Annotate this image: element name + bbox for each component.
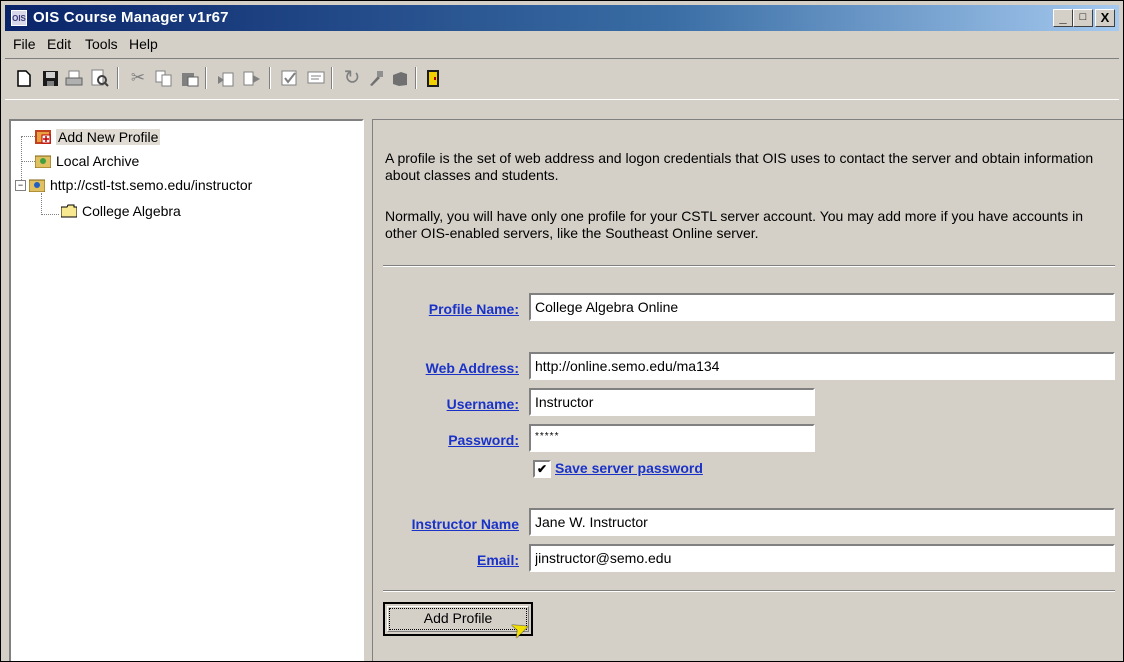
import-icon[interactable] — [215, 67, 237, 89]
tree-item-label: Local Archive — [56, 153, 140, 169]
collapse-icon[interactable]: − — [15, 179, 26, 191]
print-icon[interactable] — [63, 67, 85, 89]
print-preview-icon[interactable] — [89, 67, 111, 89]
tree-item-server[interactable]: − http://cstl-tst.semo.edu/instructor — [15, 177, 252, 193]
profile-name-label[interactable]: Profile Name: — [383, 301, 519, 317]
maximize-button[interactable]: □ — [1073, 9, 1093, 27]
close-button[interactable]: X — [1095, 9, 1115, 27]
intro-text: A profile is the set of web address and … — [385, 150, 1094, 183]
username-input[interactable] — [529, 388, 815, 416]
exit-door-icon[interactable] — [423, 67, 445, 89]
archive-folder-icon — [35, 155, 51, 168]
folder-icon — [61, 204, 77, 218]
tree-line — [41, 214, 59, 215]
refresh-icon[interactable]: ↻ — [341, 67, 363, 89]
profile-form: A profile is the set of web address and … — [372, 119, 1123, 661]
tree-item-college-algebra[interactable]: College Algebra — [61, 203, 181, 219]
app-icon[interactable]: OIS — [11, 10, 27, 26]
toolbar-separator — [205, 67, 207, 89]
divider — [383, 265, 1115, 267]
app-window: OIS OIS Course Manager v1r67 _ □ X File … — [0, 0, 1124, 662]
email-label[interactable]: Email: — [383, 552, 519, 568]
add-profile-icon — [35, 130, 51, 144]
password-label[interactable]: Password: — [383, 432, 519, 448]
instructor-name-input[interactable] — [529, 508, 1115, 536]
report-icon[interactable] — [305, 67, 327, 89]
menu-tools[interactable]: Tools — [85, 36, 118, 52]
toolbar-separator — [269, 67, 271, 89]
tree-item-local-archive[interactable]: Local Archive — [35, 153, 139, 169]
minimize-button[interactable]: _ — [1053, 9, 1073, 27]
menu-file[interactable]: File — [13, 36, 36, 52]
grade-icon[interactable] — [279, 67, 301, 89]
copy-icon[interactable] — [153, 67, 175, 89]
profile-tree[interactable]: Add New Profile Local Archive − http://c… — [9, 119, 364, 661]
save-password-label[interactable]: Save server password — [555, 460, 703, 476]
cut-icon[interactable]: ✂ — [127, 67, 149, 89]
save-password-checkbox[interactable]: ✔ — [533, 460, 551, 478]
menu-edit[interactable]: Edit — [47, 36, 71, 52]
archive-icon[interactable] — [389, 67, 411, 89]
new-icon[interactable] — [13, 67, 35, 89]
toolbar-separator — [331, 67, 333, 89]
username-label[interactable]: Username: — [383, 396, 519, 412]
save-icon[interactable] — [39, 67, 61, 89]
tree-item-add-new-profile[interactable]: Add New Profile — [35, 129, 161, 145]
pane-splitter[interactable] — [364, 119, 372, 661]
divider — [383, 590, 1115, 592]
menu-help[interactable]: Help — [129, 36, 158, 52]
tree-item-label: Add New Profile — [56, 129, 161, 145]
profile-name-input[interactable] — [529, 293, 1115, 321]
toolbar-separator — [117, 67, 119, 89]
password-input[interactable]: ***** — [529, 424, 815, 452]
intro-text-2: Normally, you will have only one profile… — [385, 208, 1084, 241]
tree-line — [21, 161, 35, 162]
tree-line — [41, 193, 42, 215]
tree-line — [21, 136, 35, 137]
tree-item-label: http://cstl-tst.semo.edu/instructor — [50, 177, 253, 193]
paste-icon[interactable] — [179, 67, 201, 89]
email-input[interactable] — [529, 544, 1115, 572]
export-icon[interactable] — [241, 67, 263, 89]
web-address-input[interactable] — [529, 352, 1115, 380]
title-bar[interactable]: OIS OIS Course Manager v1r67 _ □ X — [5, 5, 1119, 31]
web-address-label[interactable]: Web Address: — [383, 360, 519, 376]
window-title: OIS Course Manager v1r67 — [33, 9, 229, 26]
toolbar: ✂ ↻ — [5, 58, 1119, 100]
toolbar-separator — [415, 67, 417, 89]
tool-icon[interactable] — [365, 67, 387, 89]
server-icon — [29, 179, 45, 192]
instructor-name-label[interactable]: Instructor Name — [383, 516, 519, 532]
tree-item-label: College Algebra — [82, 203, 181, 219]
